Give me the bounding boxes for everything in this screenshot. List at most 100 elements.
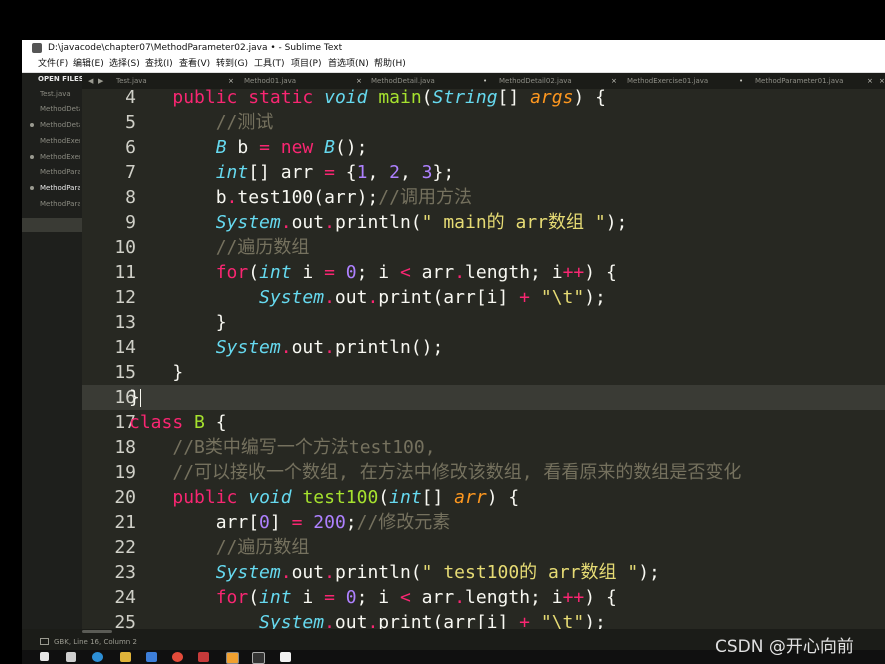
- menu-file[interactable]: 文件(F): [38, 56, 68, 72]
- tab-file[interactable]: MethodExercise01.java: [627, 73, 708, 89]
- sublime-app-icon: [32, 43, 42, 53]
- code-line[interactable]: 14 System.out.println();: [82, 335, 885, 360]
- code-line[interactable]: 8 b.test100(arr);//调用方法: [82, 185, 885, 210]
- code-text[interactable]: System.out.println(" test100的 arr数组 ");: [129, 560, 660, 585]
- code-text[interactable]: public void test100(int[] arr) {: [129, 485, 519, 510]
- tab-bar: ◀ ▶ Test.java × Method01.java × MethodDetail…: [82, 73, 885, 89]
- menu-preferences[interactable]: 首选项(N): [328, 56, 369, 72]
- code-text[interactable]: }: [129, 310, 227, 335]
- tab-file[interactable]: MethodDetail02.java: [499, 73, 572, 89]
- line-number: 10: [114, 237, 136, 258]
- tab-unsaved-dot-icon[interactable]: •: [739, 73, 743, 89]
- sidebar-file-item[interactable]: MethodParameter02.java: [40, 184, 80, 192]
- line-number: 15: [114, 362, 136, 383]
- code-line[interactable]: 17 class B {: [82, 410, 885, 435]
- tab-close-icon[interactable]: ×: [867, 73, 873, 89]
- tab-close-icon[interactable]: ×: [611, 73, 617, 89]
- menu-help[interactable]: 帮助(H): [374, 56, 406, 72]
- tab-file[interactable]: MethodDetail.java: [371, 73, 435, 89]
- tab-file[interactable]: Method01.java: [244, 73, 296, 89]
- menu-tools[interactable]: 工具(T): [254, 56, 285, 72]
- code-text[interactable]: public static void main(String[] args) {: [129, 89, 606, 110]
- menu-edit[interactable]: 编辑(E): [73, 56, 104, 72]
- code-text[interactable]: arr[0] = 200;//修改元素: [129, 510, 451, 535]
- csdn-watermark: CSDN @开心向前: [715, 637, 854, 657]
- line-number: 11: [114, 262, 136, 283]
- code-line[interactable]: 10 //遍历数组: [82, 235, 885, 260]
- code-text[interactable]: System.out.println(" main的 arr数组 ");: [129, 210, 628, 235]
- sublime-taskbar-icon[interactable]: [226, 652, 239, 664]
- menu-view[interactable]: 查看(V): [179, 56, 210, 72]
- app-red-icon[interactable]: [198, 652, 209, 662]
- tab-file[interactable]: Test.java: [116, 73, 147, 89]
- sidebar-file-item[interactable]: MethodDetail.java: [40, 105, 80, 113]
- code-text[interactable]: for(int i = 0; i < arr.length; i++) {: [129, 585, 617, 610]
- code-text[interactable]: //测试: [129, 110, 274, 135]
- windows-start-icon[interactable]: [40, 652, 49, 661]
- sidebar-file-item[interactable]: MethodExercise01.java: [40, 137, 80, 145]
- app-window-icon[interactable]: [146, 652, 157, 662]
- scrollbar-thumb[interactable]: [82, 630, 112, 633]
- sidebar-file-item[interactable]: Test.java: [40, 90, 80, 98]
- terminal-icon[interactable]: [252, 652, 265, 664]
- code-text[interactable]: b.test100(arr);//调用方法: [129, 185, 472, 210]
- code-line[interactable]: 12 System.out.print(arr[i] + "\t");: [82, 285, 885, 310]
- code-text[interactable]: //B类中编写一个方法test100,: [129, 435, 435, 460]
- sidebar-file-item[interactable]: MethodParameter03.java: [40, 200, 80, 208]
- code-line[interactable]: 25 System.out.print(arr[i] + "\t");: [82, 610, 885, 629]
- code-text[interactable]: }: [129, 385, 141, 410]
- tab-close-icon[interactable]: ×: [228, 73, 234, 89]
- code-line[interactable]: 23 System.out.println(" test100的 arr数组 "…: [82, 560, 885, 585]
- code-text[interactable]: for(int i = 0; i < arr.length; i++) {: [129, 260, 617, 285]
- code-line[interactable]: 20 public void test100(int[] arr) {: [82, 485, 885, 510]
- tab-close-icon[interactable]: ×: [879, 73, 885, 89]
- unsaved-dot-icon: [30, 155, 34, 159]
- code-line[interactable]: 16}: [82, 385, 885, 410]
- notepad-icon[interactable]: [280, 652, 291, 662]
- code-line[interactable]: 19 //可以接收一个数组, 在方法中修改该数组, 看看原来的数组是否变化: [82, 460, 885, 485]
- code-line[interactable]: 5 //测试: [82, 110, 885, 135]
- file-explorer-icon[interactable]: [120, 652, 131, 662]
- code-text[interactable]: //遍历数组: [129, 535, 310, 560]
- code-text[interactable]: System.out.print(arr[i] + "\t");: [129, 610, 606, 629]
- sidebar-file-item[interactable]: MethodDetail02.java: [40, 121, 80, 129]
- code-line[interactable]: 22 //遍历数组: [82, 535, 885, 560]
- menu-find[interactable]: 查找(I): [145, 56, 173, 72]
- menu-selection[interactable]: 选择(S): [109, 56, 140, 72]
- code-text[interactable]: System.out.println();: [129, 335, 444, 360]
- unsaved-dot-icon: [30, 186, 34, 190]
- line-number: 24: [114, 587, 136, 608]
- code-text[interactable]: B b = new B();: [129, 135, 368, 160]
- line-number: 22: [114, 537, 136, 558]
- code-text[interactable]: class B {: [129, 410, 227, 435]
- tab-nav-right-icon[interactable]: ▶: [98, 73, 103, 89]
- code-line[interactable]: 18 //B类中编写一个方法test100,: [82, 435, 885, 460]
- code-text[interactable]: System.out.print(arr[i] + "\t");: [129, 285, 606, 310]
- tab-nav-left-icon[interactable]: ◀: [88, 73, 93, 89]
- code-line[interactable]: 6 B b = new B();: [82, 135, 885, 160]
- code-line[interactable]: 11 for(int i = 0; i < arr.length; i++) {: [82, 260, 885, 285]
- chrome-icon[interactable]: [172, 652, 183, 662]
- code-text[interactable]: //遍历数组: [129, 235, 310, 260]
- edge-browser-icon[interactable]: [92, 652, 103, 662]
- task-view-icon[interactable]: [66, 652, 76, 662]
- menu-project[interactable]: 项目(P): [291, 56, 321, 72]
- code-line[interactable]: 13 }: [82, 310, 885, 335]
- code-line[interactable]: 4 public static void main(String[] args)…: [82, 89, 885, 110]
- panel-toggle-icon[interactable]: [40, 638, 49, 645]
- sidebar-file-item[interactable]: MethodExercise02.java: [40, 153, 80, 161]
- sidebar-file-item[interactable]: MethodParameter01.java: [40, 168, 80, 176]
- code-line[interactable]: 21 arr[0] = 200;//修改元素: [82, 510, 885, 535]
- code-line[interactable]: 7 int[] arr = {1, 2, 3};: [82, 160, 885, 185]
- tab-close-icon[interactable]: ×: [356, 73, 362, 89]
- code-line[interactable]: 24 for(int i = 0; i < arr.length; i++) {: [82, 585, 885, 610]
- tab-file[interactable]: MethodParameter01.java: [755, 73, 843, 89]
- code-line[interactable]: 15 }: [82, 360, 885, 385]
- code-line[interactable]: 9 System.out.println(" main的 arr数组 ");: [82, 210, 885, 235]
- code-text[interactable]: //可以接收一个数组, 在方法中修改该数组, 看看原来的数组是否变化: [129, 460, 741, 485]
- menu-goto[interactable]: 转到(G): [216, 56, 248, 72]
- code-editor[interactable]: 4 public static void main(String[] args)…: [82, 89, 885, 629]
- code-text[interactable]: }: [129, 360, 183, 385]
- tab-unsaved-dot-icon[interactable]: •: [483, 73, 487, 89]
- code-text[interactable]: int[] arr = {1, 2, 3};: [129, 160, 455, 185]
